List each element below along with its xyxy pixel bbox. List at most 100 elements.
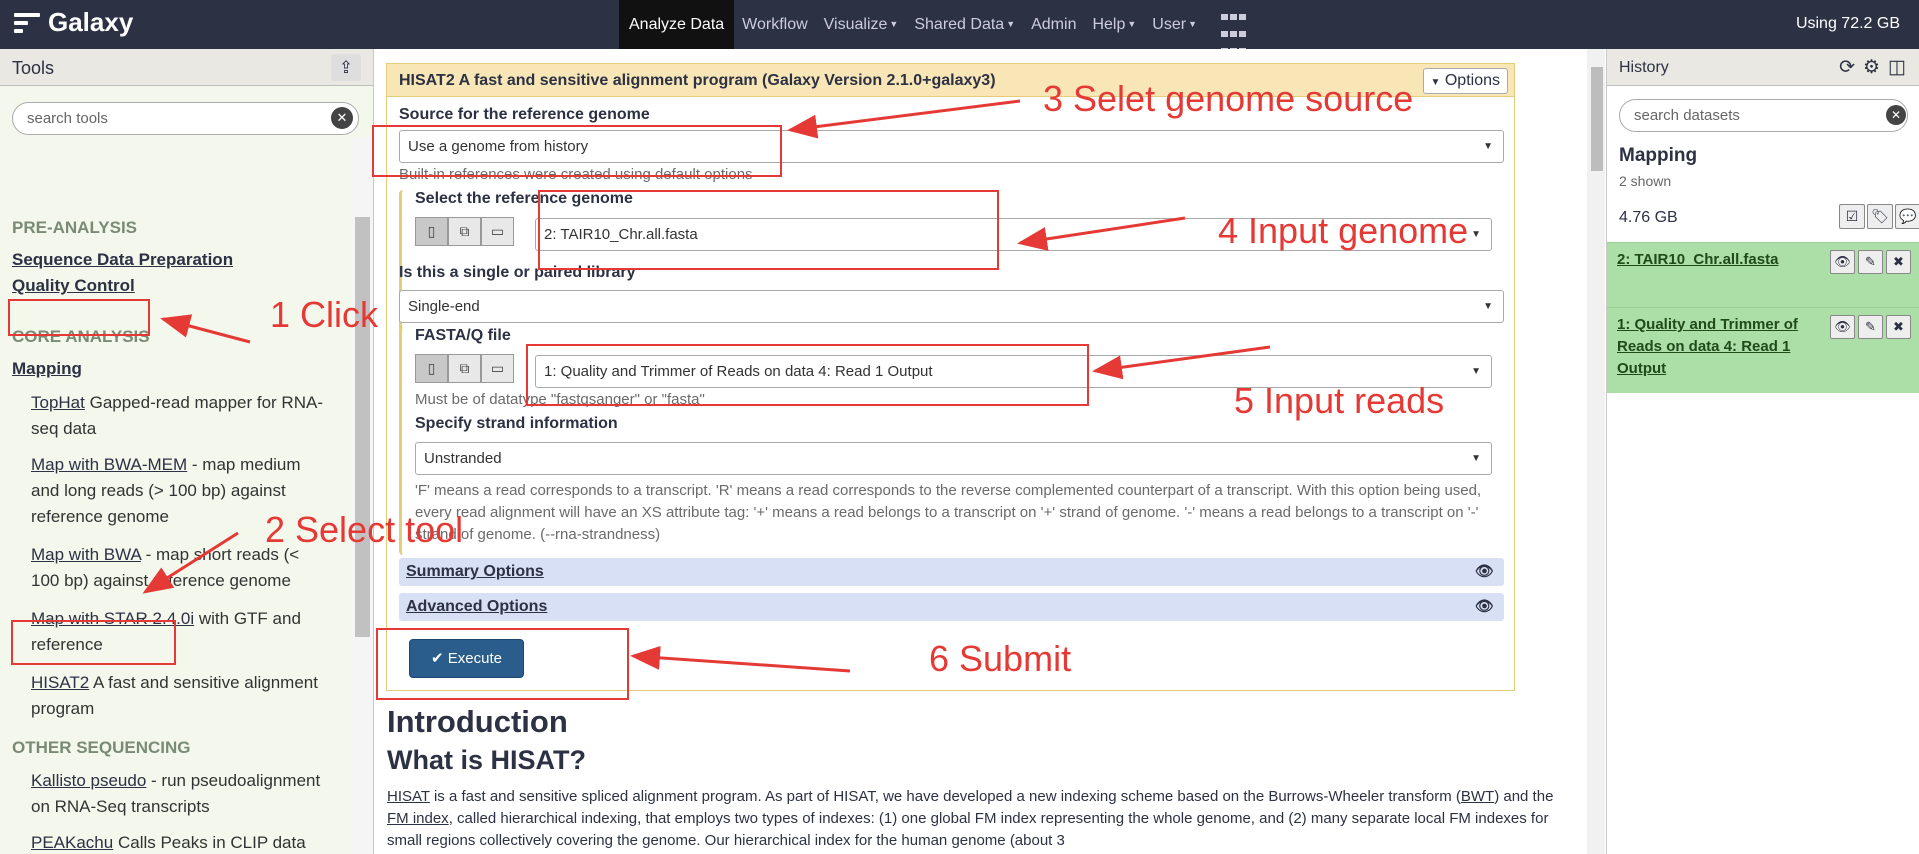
fastq-label: FASTA/Q file: [415, 327, 511, 344]
annotation-box-execute: [376, 628, 629, 700]
eye-icon[interactable]: 👁: [1830, 315, 1855, 339]
nav-admin[interactable]: Admin: [1023, 0, 1084, 49]
dataset-title[interactable]: 1: Quality and Trimmer of Reads on data …: [1617, 314, 1817, 380]
what-is-hisat-heading: What is HISAT?: [387, 745, 586, 775]
annotation-5: 5 Input reads: [1234, 380, 1445, 421]
nav-workflow[interactable]: Workflow: [734, 0, 816, 49]
upload-button[interactable]: ⇪: [331, 54, 361, 81]
strand-label: Specify strand information: [415, 415, 618, 432]
library-select[interactable]: Single-end ▼: [399, 290, 1504, 323]
collection-icon[interactable]: ▭: [481, 217, 514, 246]
gear-icon[interactable]: ⚙: [1863, 56, 1880, 79]
main-nav: Analyze Data Workflow Visualize ▼ Shared …: [619, 0, 1262, 54]
dataset-title[interactable]: 2: TAIR10_Chr.all.fasta: [1617, 249, 1817, 271]
tags-icon[interactable]: 🏷: [1867, 204, 1893, 229]
single-dataset-icon[interactable]: ▯: [415, 217, 448, 246]
tool-list-scrollbar[interactable]: [352, 137, 373, 854]
nav-help[interactable]: Help ▼: [1084, 0, 1144, 49]
upload-icon: ⇪: [338, 58, 354, 77]
tools-panel-header: Tools ⇪: [0, 49, 373, 86]
caret-down-icon: ▼: [889, 19, 899, 29]
caret-down-icon: ▼: [1006, 19, 1016, 29]
ref-input-type-buttons: ▯ ⧉ ▭: [415, 217, 514, 246]
fastq-input-type-buttons: ▯ ⧉ ▭: [415, 354, 514, 383]
history-panel: History ⟳ ⚙ ◫ search datasets ✕ Mapping 2 …: [1606, 49, 1919, 854]
center-scrollbar[interactable]: [1587, 49, 1605, 854]
annotation-box-hisat2: [11, 620, 176, 665]
tool-search-input[interactable]: search tools: [12, 102, 359, 135]
caret-down-icon: ▼: [1471, 229, 1481, 240]
galaxy-logo-icon: [14, 11, 40, 35]
eye-icon[interactable]: 👁: [1830, 250, 1855, 274]
strand-help: 'F' means a read corresponds to a transc…: [415, 482, 1482, 543]
annotation-3: 3 Selet genome source: [1043, 78, 1414, 119]
pencil-icon[interactable]: ✎: [1858, 315, 1883, 339]
tools-title: Tools: [12, 58, 55, 78]
delete-icon[interactable]: ✖: [1886, 250, 1911, 274]
category-sequence-data-preparation[interactable]: Sequence Data Preparation: [12, 250, 233, 270]
history-panel-header: History ⟳ ⚙ ◫: [1607, 49, 1919, 86]
brand-name: Galaxy: [48, 7, 134, 37]
tool-kallisto[interactable]: Kallisto pseudo - run pseudoalignment on…: [31, 768, 331, 820]
quota-meter[interactable]: Using 72.2 GB: [1796, 15, 1900, 33]
tool-peakachu[interactable]: PEAKachu Calls Peaks in CLIP data: [31, 830, 331, 854]
tools-panel: Tools ⇪ search tools ✕ PRE-ANALYSIS Sequ…: [0, 49, 374, 854]
tool-list: PRE-ANALYSIS Sequence Data Preparation Q…: [0, 137, 352, 854]
source-label: Source for the reference genome: [399, 106, 650, 123]
clear-search-icon[interactable]: ✕: [1886, 105, 1906, 125]
category-mapping[interactable]: Mapping: [12, 359, 82, 379]
annotation-box-mapping: [8, 299, 150, 336]
section-pre-analysis: PRE-ANALYSIS: [12, 218, 138, 237]
nav-shared-data[interactable]: Shared Data ▼: [906, 0, 1023, 49]
eye-slash-icon: 👁: [1474, 563, 1494, 580]
intro-heading: Introduction: [387, 704, 568, 739]
clear-search-icon[interactable]: ✕: [331, 107, 353, 129]
history-title: History: [1619, 59, 1669, 76]
annotation-2: 2 Select tool: [265, 509, 464, 550]
caret-down-icon: ▼: [1483, 141, 1493, 152]
nav-analyze-data[interactable]: Analyze Data: [619, 0, 735, 49]
collection-icon[interactable]: ▭: [481, 354, 514, 383]
refresh-icon[interactable]: ⟳: [1839, 56, 1855, 79]
single-dataset-icon[interactable]: ▯: [415, 354, 448, 383]
pencil-icon[interactable]: ✎: [1858, 250, 1883, 274]
nav-user[interactable]: User ▼: [1144, 0, 1205, 49]
eye-slash-icon: 👁: [1474, 598, 1494, 615]
caret-down-icon: ▼: [1188, 19, 1197, 29]
tool-hisat2[interactable]: HISAT2 A fast and sensitive alignment pr…: [31, 670, 331, 722]
select-items-icon[interactable]: ☑: [1839, 204, 1865, 229]
annotation-icon[interactable]: 💬: [1895, 204, 1919, 229]
history-dataset-1[interactable]: 1: Quality and Trimmer of Reads on data …: [1607, 307, 1919, 393]
multiple-datasets-icon[interactable]: ⧉: [448, 354, 481, 383]
nav-visualize[interactable]: Visualize ▼: [816, 0, 907, 49]
caret-down-icon: ▼: [1127, 19, 1137, 29]
history-name[interactable]: Mapping: [1619, 145, 1697, 167]
intro-paragraph: HISAT is a fast and sensitive spliced al…: [387, 788, 1554, 849]
annotation-6: 6 Submit: [929, 638, 1072, 679]
annotation-4: 4 Input genome: [1218, 210, 1469, 251]
caret-down-icon: ▼: [1483, 301, 1493, 312]
annotation-box-source: [372, 125, 782, 177]
caret-down-icon: ▼: [1471, 453, 1481, 464]
nav-apps[interactable]: [1205, 0, 1262, 54]
advanced-options-section[interactable]: Advanced Options 👁: [399, 593, 1504, 621]
caret-down-icon: ▼: [1471, 366, 1481, 377]
delete-icon[interactable]: ✖: [1886, 315, 1911, 339]
summary-options-section[interactable]: Summary Options 👁: [399, 558, 1504, 586]
caret-down-icon: ▼: [1430, 77, 1441, 88]
annotation-box-reads: [526, 344, 1089, 406]
annotation-box-genome: [538, 190, 999, 270]
history-shown-count: 2 shown: [1619, 173, 1672, 189]
options-button[interactable]: ▼ Options: [1422, 68, 1508, 94]
masthead: Galaxy Analyze Data Workflow Visualize ▼ …: [0, 0, 1919, 54]
annotation-1: 1 Click: [270, 294, 379, 335]
columns-icon[interactable]: ◫: [1888, 56, 1906, 79]
history-dataset-2[interactable]: 2: TAIR10_Chr.all.fasta 👁 ✎ ✖: [1607, 242, 1919, 307]
tool-tophat[interactable]: TopHat Gapped-read mapper for RNA-seq da…: [31, 390, 331, 442]
strand-select[interactable]: Unstranded ▼: [415, 442, 1492, 475]
history-size: 4.76 GB: [1619, 209, 1678, 226]
history-search-input[interactable]: search datasets: [1619, 99, 1908, 132]
brand[interactable]: Galaxy: [14, 7, 133, 38]
category-quality-control[interactable]: Quality Control: [12, 276, 135, 296]
multiple-datasets-icon[interactable]: ⧉: [448, 217, 481, 246]
